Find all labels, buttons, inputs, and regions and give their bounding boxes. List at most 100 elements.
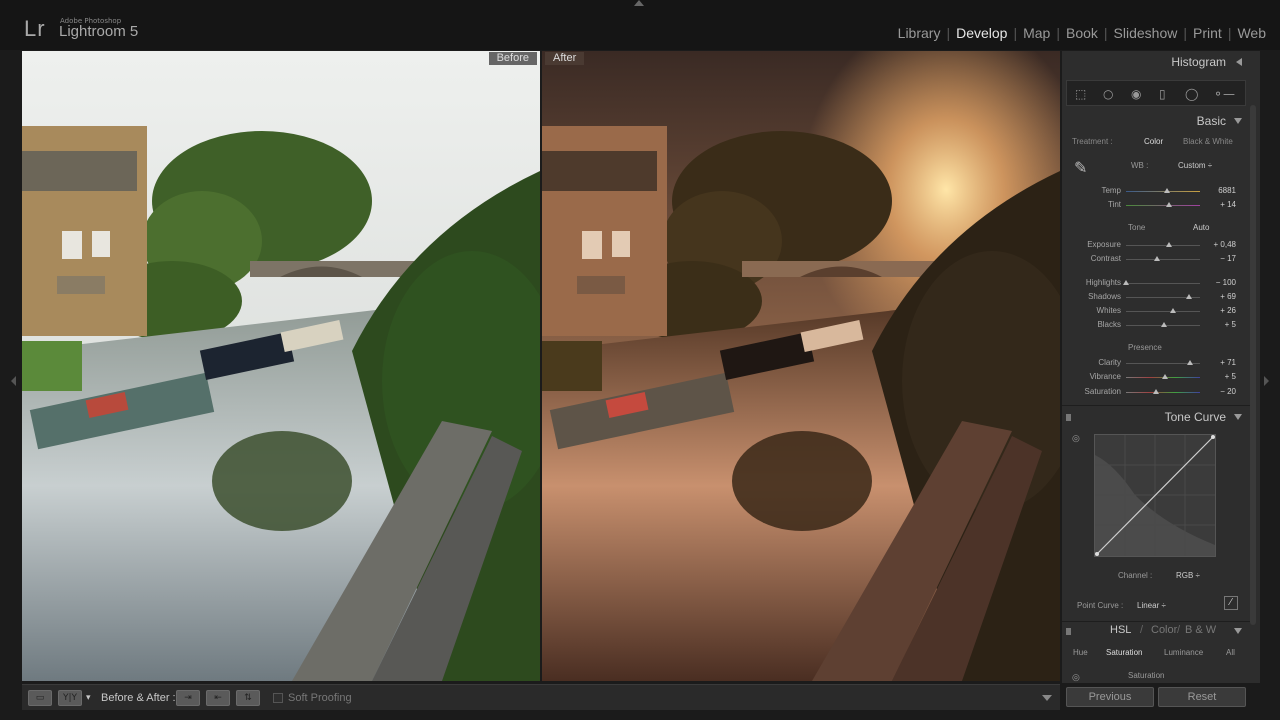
slider-tint[interactable]: Tint + 14 xyxy=(1064,198,1246,212)
module-print[interactable]: Print xyxy=(1187,25,1228,41)
module-web[interactable]: Web xyxy=(1231,25,1272,41)
slider-value[interactable]: + 26 xyxy=(1220,306,1236,315)
module-book[interactable]: Book xyxy=(1060,25,1104,41)
slider-track[interactable] xyxy=(1126,205,1200,206)
top-panel-toggle-icon[interactable] xyxy=(634,0,644,6)
graduated-filter-icon[interactable]: ▯ xyxy=(1159,87,1166,101)
slider-value[interactable]: + 5 xyxy=(1225,372,1236,381)
slider-value[interactable]: + 5 xyxy=(1225,320,1236,329)
slider-saturation[interactable]: Saturation − 20 xyxy=(1064,385,1246,399)
radial-filter-icon[interactable]: ◯ xyxy=(1185,87,1198,101)
slider-value[interactable]: − 17 xyxy=(1220,254,1236,263)
slider-handle[interactable] xyxy=(1163,188,1170,193)
point-curve-label: Point Curve : xyxy=(1077,601,1124,610)
before-image[interactable]: Before xyxy=(22,51,540,681)
hsl-tab[interactable]: HSL xyxy=(1110,624,1131,636)
copy-before-to-after-icon[interactable]: ⇥ xyxy=(176,690,200,706)
slider-track[interactable] xyxy=(1126,392,1200,393)
slider-track[interactable] xyxy=(1126,283,1200,284)
adjustment-brush-icon[interactable]: ⚬— xyxy=(1213,87,1235,101)
previous-button[interactable]: Previous xyxy=(1066,687,1154,707)
loupe-view-icon[interactable]: ▭ xyxy=(28,690,52,706)
targeted-adjustment-icon[interactable]: ◎ xyxy=(1072,672,1080,683)
slider-value[interactable]: − 20 xyxy=(1220,387,1236,396)
right-panel-scrollbar[interactable] xyxy=(1250,105,1256,625)
slider-whites[interactable]: Whites + 26 xyxy=(1064,304,1246,318)
toolbar-options-dropdown-icon[interactable] xyxy=(1042,695,1052,701)
slider-label: Shadows xyxy=(1088,292,1121,301)
copy-after-to-before-icon[interactable]: ⇤ xyxy=(206,690,230,706)
histogram-header[interactable]: Histogram xyxy=(1062,51,1250,73)
hsl-header[interactable]: HSL / Color / B & W xyxy=(1062,621,1250,639)
slider-handle[interactable] xyxy=(1154,256,1161,261)
slider-handle[interactable] xyxy=(1152,389,1159,394)
slider-handle[interactable] xyxy=(1161,322,1168,327)
slider-track[interactable] xyxy=(1126,245,1200,246)
channel-dropdown[interactable]: RGB ÷ xyxy=(1176,571,1200,580)
module-develop[interactable]: Develop xyxy=(950,25,1013,41)
hsl-tab-saturation[interactable]: Saturation xyxy=(1106,648,1142,657)
treatment-bw-option[interactable]: Black & White xyxy=(1183,137,1233,146)
point-curve-dropdown[interactable]: Linear ÷ xyxy=(1137,601,1166,610)
treatment-label: Treatment : xyxy=(1072,137,1113,146)
slider-handle[interactable] xyxy=(1186,360,1193,365)
slider-value[interactable]: + 14 xyxy=(1220,200,1236,209)
panel-switch-icon[interactable] xyxy=(1066,628,1071,635)
bw-tab[interactable]: B & W xyxy=(1185,624,1216,636)
slider-shadows[interactable]: Shadows + 69 xyxy=(1064,290,1246,304)
slider-value[interactable]: 6881 xyxy=(1218,186,1236,195)
left-panel-toggle-icon[interactable] xyxy=(11,376,16,386)
swap-before-after-icon[interactable]: ⇅ xyxy=(236,690,260,706)
edit-point-curve-icon[interactable]: ⁄ xyxy=(1224,596,1238,610)
hsl-subheading: Saturation xyxy=(1128,671,1165,680)
hsl-tab-hue[interactable]: Hue xyxy=(1073,648,1088,657)
module-library[interactable]: Library xyxy=(892,25,947,41)
slider-highlights[interactable]: Highlights − 100 xyxy=(1064,276,1246,290)
slider-blacks[interactable]: Blacks + 5 xyxy=(1064,318,1246,332)
slider-value[interactable]: + 69 xyxy=(1220,292,1236,301)
reset-button[interactable]: Reset xyxy=(1158,687,1246,707)
expand-arrow-icon xyxy=(1234,628,1242,634)
slider-track[interactable] xyxy=(1126,311,1200,312)
presence-group-label: Presence xyxy=(1128,343,1162,352)
slider-handle[interactable] xyxy=(1165,242,1172,247)
compare-view-button[interactable]: Y|Y xyxy=(58,690,82,706)
slider-exposure[interactable]: Exposure + 0,48 xyxy=(1064,238,1246,252)
color-tab[interactable]: Color xyxy=(1151,624,1177,636)
slider-handle[interactable] xyxy=(1169,308,1176,313)
slider-value[interactable]: + 71 xyxy=(1220,358,1236,367)
slider-clarity[interactable]: Clarity + 71 xyxy=(1064,356,1246,370)
wb-dropdown[interactable]: Custom ÷ xyxy=(1178,161,1212,170)
basic-header[interactable]: Basic xyxy=(1062,110,1250,132)
slider-temp[interactable]: Temp 6881 xyxy=(1064,184,1246,198)
slider-track[interactable] xyxy=(1126,259,1200,260)
slider-vibrance[interactable]: Vibrance + 5 xyxy=(1064,370,1246,384)
hsl-tab-all[interactable]: All xyxy=(1226,648,1235,657)
slider-handle[interactable] xyxy=(1162,374,1169,379)
soft-proofing-checkbox[interactable] xyxy=(273,693,283,703)
tone-group-label: Tone xyxy=(1128,223,1146,232)
treatment-color-option[interactable]: Color xyxy=(1144,137,1163,146)
compare-dropdown-icon[interactable]: ▾ xyxy=(86,692,91,703)
slider-handle[interactable] xyxy=(1165,202,1172,207)
hsl-tab-luminance[interactable]: Luminance xyxy=(1164,648,1203,657)
slider-handle[interactable] xyxy=(1123,280,1129,285)
red-eye-icon[interactable]: ◉ xyxy=(1131,87,1141,101)
auto-tone-button[interactable]: Auto xyxy=(1193,223,1209,232)
crop-tool-icon[interactable]: ⬚ xyxy=(1075,87,1086,101)
tone-curve-header[interactable]: Tone Curve xyxy=(1062,405,1250,427)
after-image[interactable]: After xyxy=(542,51,1060,681)
slider-contrast[interactable]: Contrast − 17 xyxy=(1064,252,1246,266)
slider-label: Contrast xyxy=(1090,254,1121,263)
module-map[interactable]: Map xyxy=(1017,25,1056,41)
right-panel-toggle-icon[interactable] xyxy=(1264,376,1269,386)
spot-removal-icon[interactable]: ○ xyxy=(1103,87,1113,101)
panel-switch-icon[interactable] xyxy=(1066,414,1071,421)
slider-value[interactable]: − 100 xyxy=(1216,278,1236,287)
module-slideshow[interactable]: Slideshow xyxy=(1108,25,1184,41)
slider-value[interactable]: + 0,48 xyxy=(1214,240,1236,249)
slider-handle[interactable] xyxy=(1185,294,1192,299)
targeted-adjustment-icon[interactable]: ◎ xyxy=(1072,433,1080,444)
wb-eyedropper-icon[interactable]: ✎ xyxy=(1074,158,1087,178)
tone-curve-graph[interactable] xyxy=(1094,434,1216,557)
